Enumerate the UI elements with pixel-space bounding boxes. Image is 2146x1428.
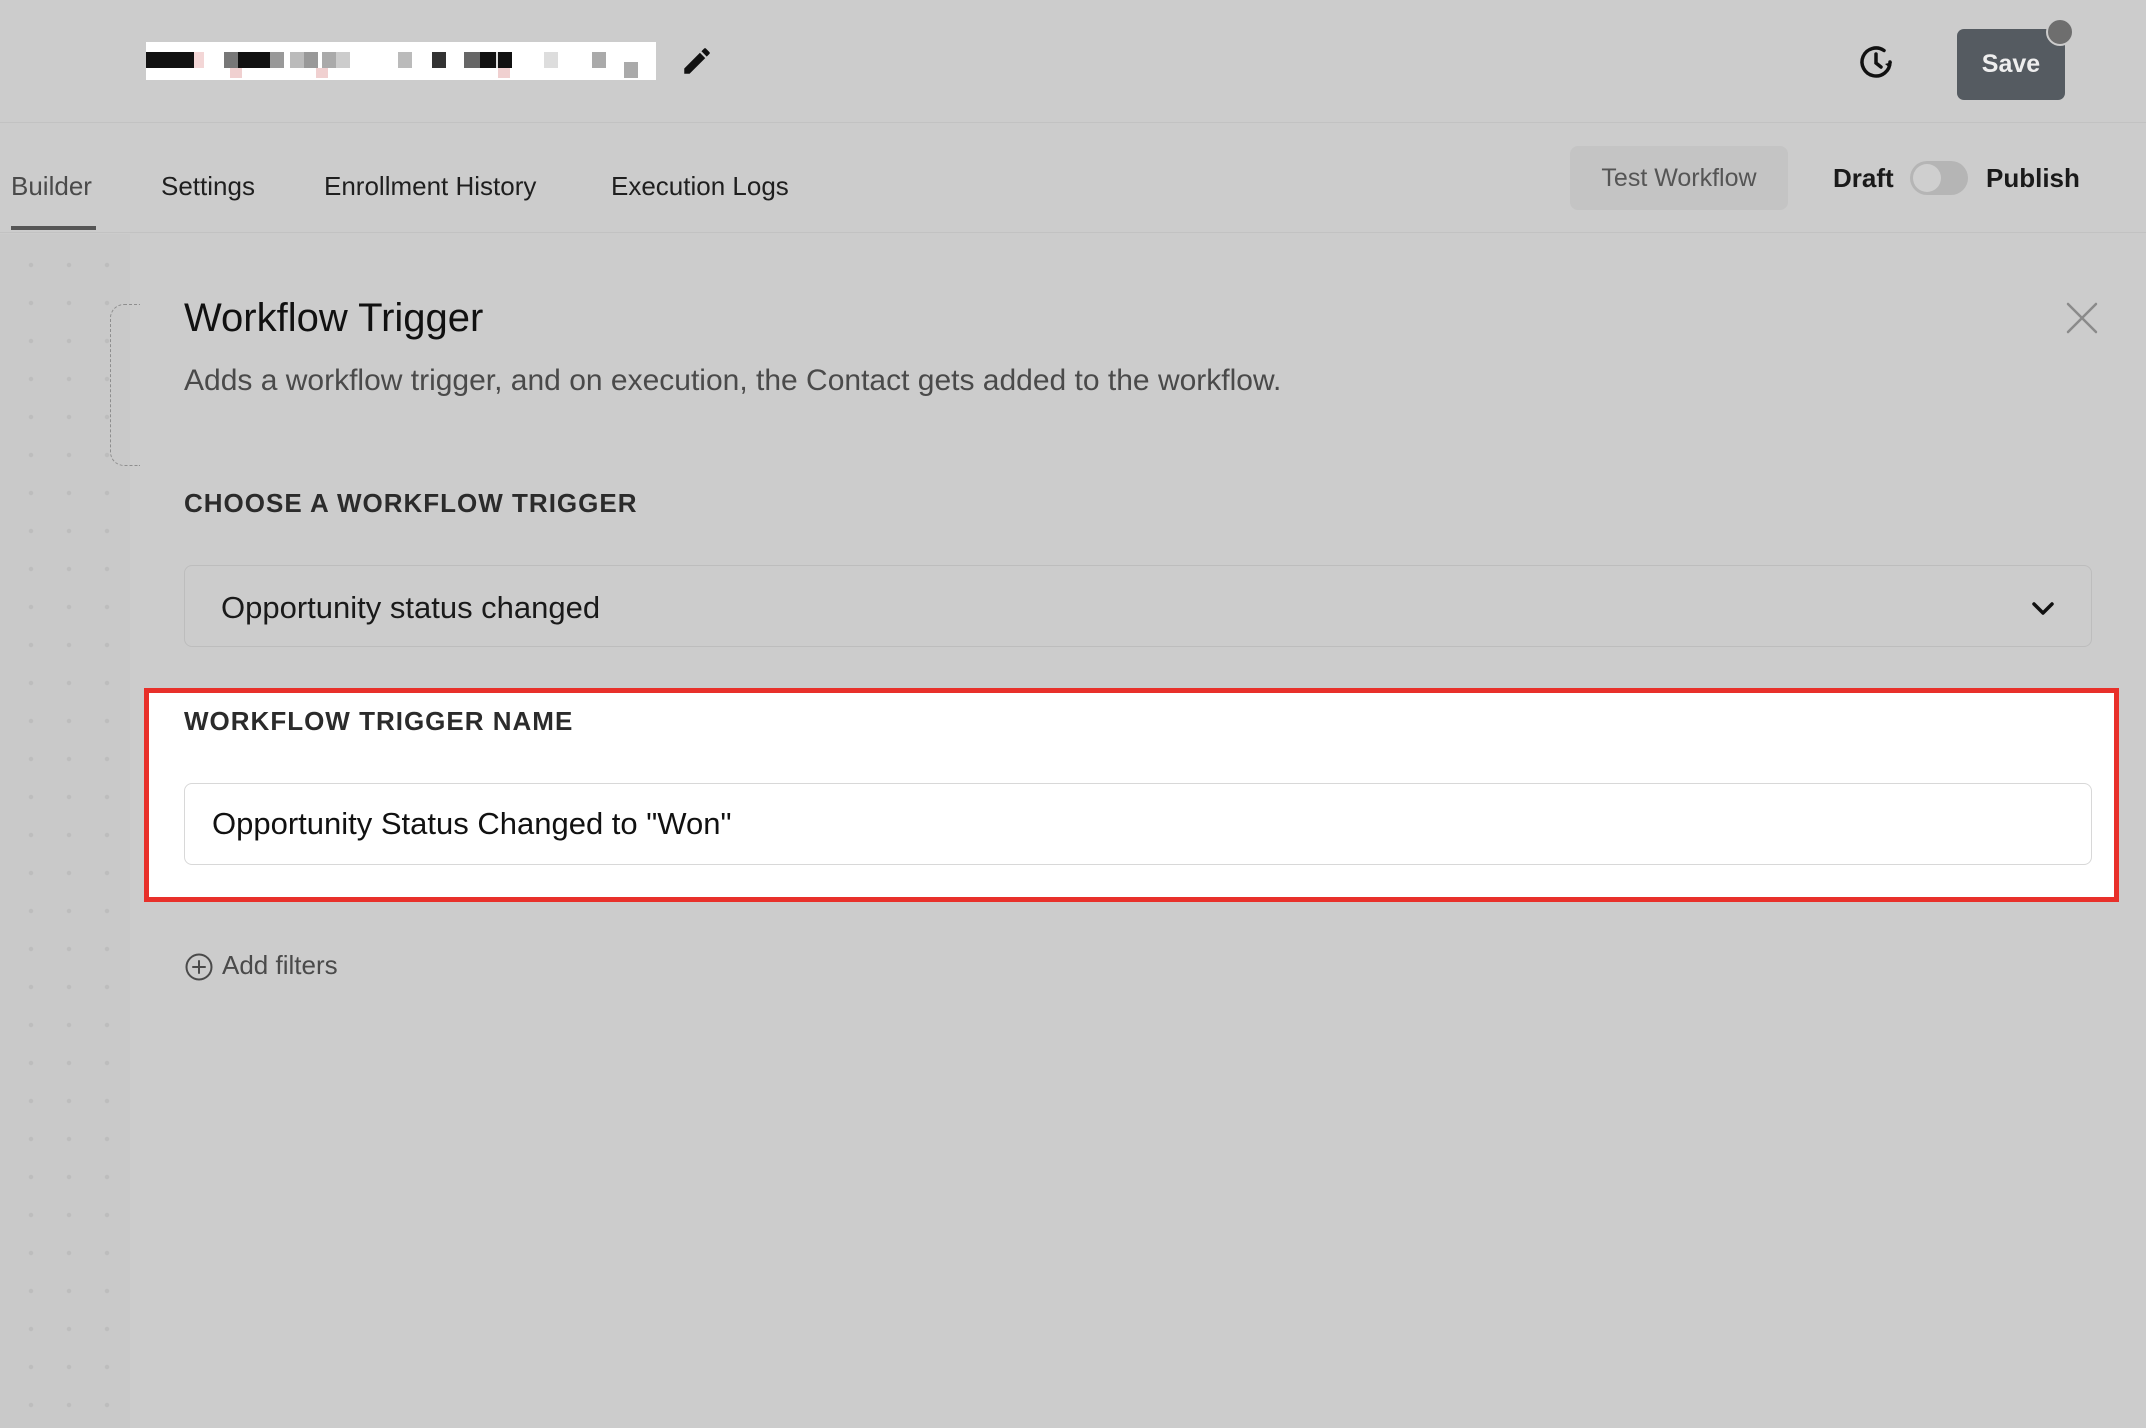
trigger-name-label: WORKFLOW TRIGGER NAME <box>184 706 574 736</box>
unsaved-indicator-dot <box>2046 18 2074 46</box>
publish-toggle[interactable] <box>1910 161 1968 195</box>
plus-circle-icon <box>184 952 214 982</box>
draft-label: Draft <box>1833 163 1894 193</box>
choose-trigger-label: CHOOSE A WORKFLOW TRIGGER <box>184 488 638 518</box>
panel-title: Workflow Trigger <box>184 296 484 340</box>
tab-bar: Builder Settings Enrollment History Exec… <box>0 123 2146 233</box>
pencil-icon[interactable] <box>680 44 714 78</box>
history-icon[interactable] <box>1852 38 1900 86</box>
top-bar: Save <box>0 0 2146 123</box>
trigger-select-value: Opportunity status changed <box>221 590 601 625</box>
toggle-knob <box>1913 164 1941 192</box>
active-tab-indicator <box>11 226 96 230</box>
add-filters-label: Add filters <box>222 950 338 980</box>
tab-execution-logs[interactable]: Execution Logs <box>611 171 789 202</box>
workflow-name-redacted[interactable] <box>146 42 656 80</box>
close-icon[interactable] <box>2064 300 2100 336</box>
tab-settings[interactable]: Settings <box>161 171 255 202</box>
tab-enrollment-history[interactable]: Enrollment History <box>324 171 536 202</box>
chevron-down-icon <box>2029 594 2057 622</box>
trigger-name-input[interactable]: Opportunity Status Changed to "Won" <box>184 783 2092 865</box>
trigger-select[interactable]: Opportunity status changed <box>184 565 2092 647</box>
tab-builder[interactable]: Builder <box>11 171 92 202</box>
panel-subtitle: Adds a workflow trigger, and on executio… <box>184 364 1282 397</box>
trigger-node-placeholder[interactable] <box>110 304 140 466</box>
publish-label: Publish <box>1986 163 2080 193</box>
test-workflow-button[interactable]: Test Workflow <box>1570 146 1788 210</box>
